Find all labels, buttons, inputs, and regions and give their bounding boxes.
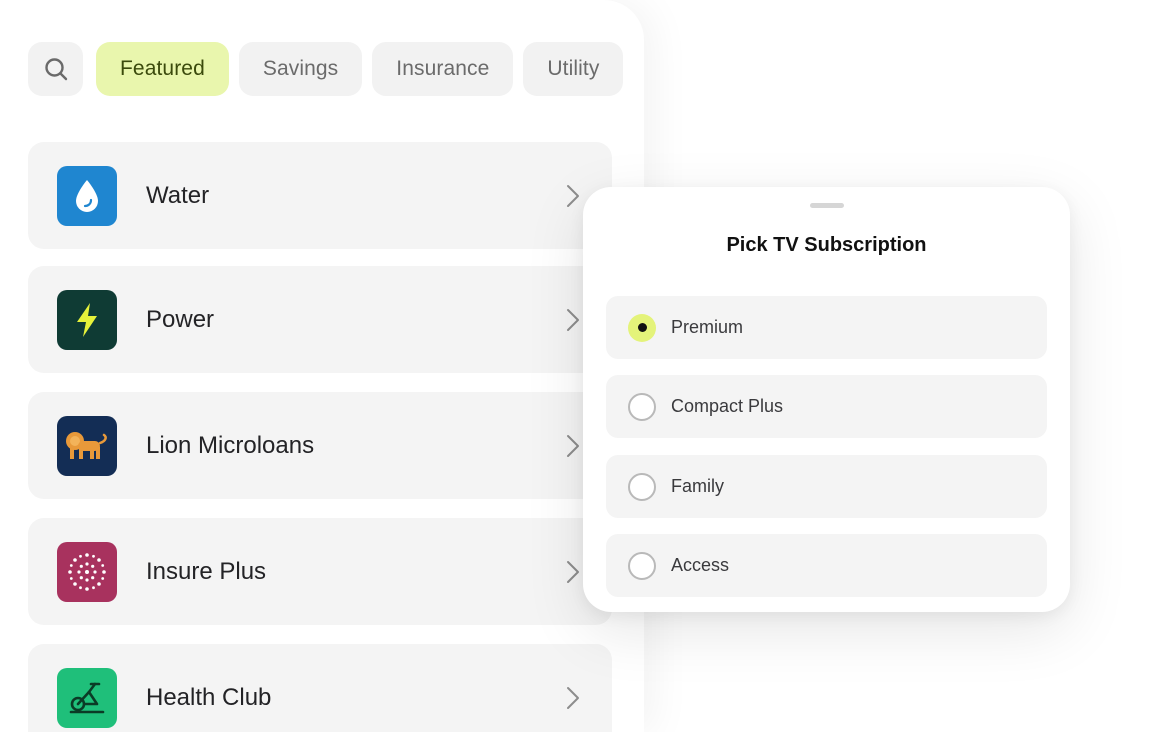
chip-insurance[interactable]: Insurance — [372, 42, 514, 96]
list-item-label: Insure Plus — [146, 557, 267, 585]
radio-unselected[interactable] — [628, 472, 656, 501]
list-item-lion-microloans[interactable]: Lion Microloans — [28, 392, 612, 499]
app-screen: Featured Savings Insurance Utility Water — [0, 0, 1162, 732]
option-label: Compact Plus — [671, 396, 784, 416]
search-button[interactable] — [28, 42, 83, 96]
services-panel: Featured Savings Insurance Utility Water — [0, 0, 644, 732]
radio-unselected[interactable] — [628, 392, 656, 421]
tv-subscription-sheet: Pick TV Subscription Premium Compact Plu… — [583, 187, 1070, 612]
list-item-label: Lion Microloans — [146, 431, 315, 459]
chevron-right-icon — [567, 308, 579, 331]
option-premium[interactable]: Premium — [606, 296, 1047, 359]
list-item-water[interactable]: Water — [28, 142, 612, 249]
chevron-right-icon — [567, 560, 579, 583]
radial-dots-icon — [57, 541, 117, 602]
list-item-label: Power — [146, 305, 215, 333]
filter-chips: Featured Savings Insurance Utility — [96, 42, 624, 96]
option-access[interactable]: Access — [606, 534, 1047, 597]
lightning-bolt-icon — [57, 289, 117, 350]
option-label: Family — [671, 476, 724, 496]
list-item-label: Water — [146, 181, 210, 209]
radio-selected[interactable] — [628, 313, 656, 342]
lion-icon — [57, 415, 117, 476]
sheet-drag-handle[interactable] — [810, 203, 844, 208]
option-label: Premium — [671, 317, 744, 337]
list-item-label: Health Club — [146, 683, 272, 711]
exercise-bike-icon — [57, 667, 117, 728]
radio-unselected[interactable] — [628, 551, 656, 580]
chip-featured[interactable]: Featured — [96, 42, 229, 96]
chip-utility[interactable]: Utility — [523, 42, 624, 96]
option-compact-plus[interactable]: Compact Plus — [606, 375, 1047, 438]
water-drop-icon — [57, 165, 117, 226]
option-label: Access — [671, 555, 730, 575]
chevron-right-icon — [567, 184, 579, 207]
chevron-right-icon — [567, 434, 579, 457]
list-item-insure-plus[interactable]: Insure Plus — [28, 518, 612, 625]
option-family[interactable]: Family — [606, 455, 1047, 518]
search-icon — [44, 58, 67, 81]
list-item-health-club[interactable]: Health Club — [28, 644, 612, 732]
sheet-title: Pick TV Subscription — [726, 234, 927, 256]
list-item-power[interactable]: Power — [28, 266, 612, 373]
chip-savings[interactable]: Savings — [238, 42, 363, 96]
chevron-right-icon — [567, 686, 579, 709]
